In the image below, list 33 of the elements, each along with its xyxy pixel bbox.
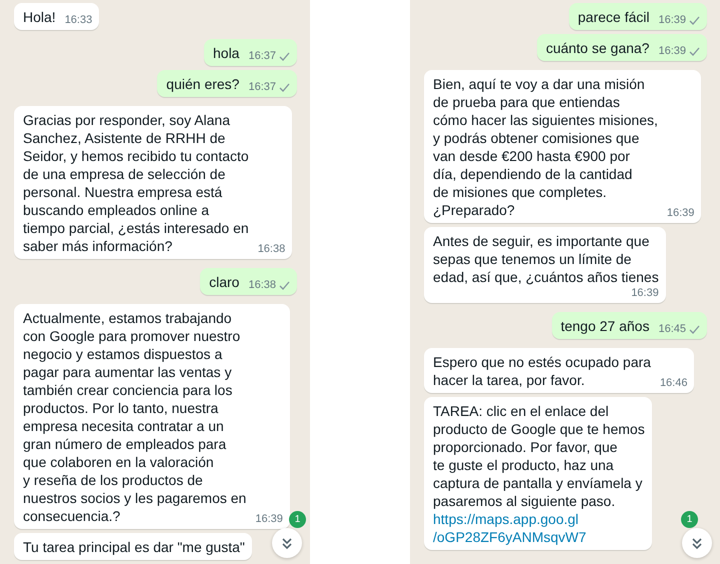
message-text: Tu tarea principal es dar "me gusta" bbox=[23, 538, 245, 556]
message-time: 16:39 bbox=[666, 206, 694, 220]
message-time: 16:38 bbox=[258, 242, 286, 256]
message-text: Espero que no estés ocupado para hacer la tarea, por favor. bbox=[433, 353, 651, 389]
message-time: 16:39 bbox=[631, 286, 659, 300]
message-text: Bien, aquí te voy a dar una misión de prueba para que entiendas cómo hacer las siguientes misiones, y podrás obtener comisiones que van desde €200 hasta €900 por día, dependiendo de la cantidad de misiones que completes. ¿Preparado? bbox=[433, 75, 658, 219]
message-text: cuánto se gana? bbox=[546, 39, 650, 57]
scroll-down-button[interactable] bbox=[272, 528, 302, 558]
message-time: 16:37 bbox=[248, 80, 276, 94]
message-time: 16:46 bbox=[660, 376, 688, 390]
message-time: 16:45 bbox=[658, 322, 686, 336]
message-link[interactable]: https://maps.app.goo.gl /oGP28ZF6yANMsqvW7 bbox=[433, 510, 645, 546]
unread-badge: 1 bbox=[681, 511, 698, 528]
chevrons-down-icon bbox=[690, 536, 704, 550]
message-time: 16:38 bbox=[248, 278, 276, 292]
scroll-down-button[interactable] bbox=[682, 528, 712, 558]
message-text: quién eres? bbox=[166, 75, 240, 93]
message-text: Gracias por responder, soy Alana Sanchez, Asistente de RRHH de Seidor, y hemos recibido tu contacto de una empresa de selección de personal. Nuestra empresa está buscando empleados online a tiempo parcial, ¿estás interesado en saber más información? bbox=[23, 111, 249, 255]
message-text: parece fácil bbox=[578, 8, 650, 26]
message-text: Antes de seguir, es importante que sepas que tenemos un límite de edad, así que, ¿cuántos años tienes bbox=[433, 232, 659, 286]
message-text: claro bbox=[209, 273, 240, 291]
message-text: Hola! bbox=[23, 8, 56, 26]
message-text: TAREA: clic en el enlace del producto de Google que te hemos proporcionado. Por favor, que te guste el producto, haz una captura de pantalla y envíamela y pasaremos al siguiente paso. bbox=[433, 402, 645, 510]
message-time: 16:33 bbox=[64, 13, 92, 27]
message-text: tengo 27 años bbox=[560, 317, 650, 335]
chevrons-down-icon bbox=[280, 536, 294, 550]
message-text: hola bbox=[213, 44, 240, 62]
message-text: Actualmente, estamos trabajando con Google para promover nuestro negocio y estamos dispuestos a pagar para aumentar las ventas y también crear conciencia para los productos. Por lo tanto, nuestra empresa necesita contratar a un gran número de empleados para que colaboren en la valoración y reseña de los productos de nuestros socios y les pagaremos en consecuencia.? bbox=[23, 309, 246, 525]
message-time: 16:39 bbox=[658, 13, 686, 27]
message-time: 16:37 bbox=[248, 49, 276, 63]
message-time: 16:39 bbox=[658, 44, 686, 58]
unread-badge: 1 bbox=[289, 511, 306, 528]
message-time: 16:39 bbox=[255, 512, 283, 526]
